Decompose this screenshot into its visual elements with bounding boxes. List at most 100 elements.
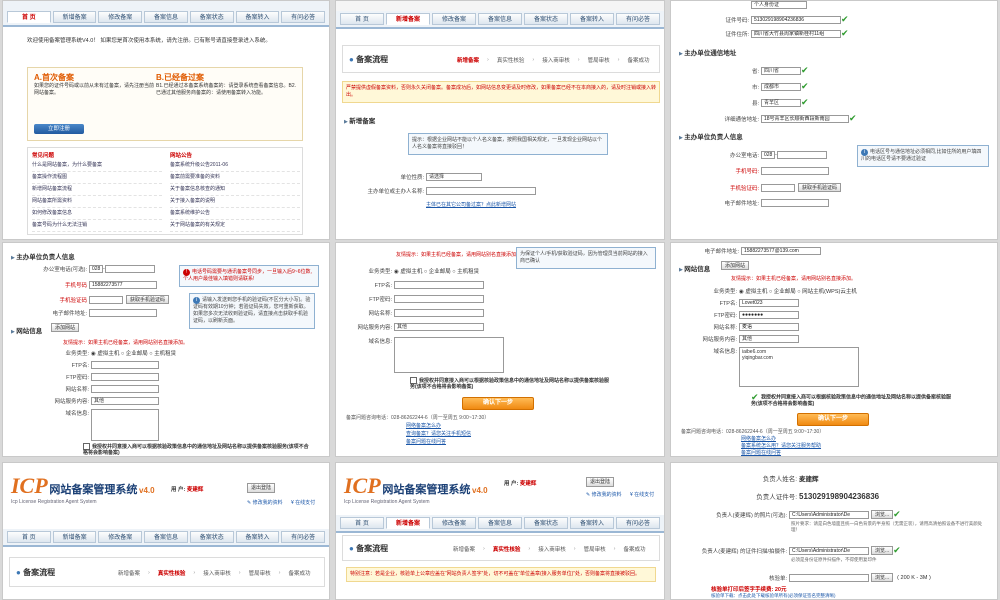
faq-item[interactable]: 备案操作流程图 xyxy=(32,172,162,184)
email-input[interactable] xyxy=(89,309,157,317)
district-select[interactable]: 青羊区 xyxy=(761,98,801,107)
site-type-select[interactable]: 其他 xyxy=(91,397,159,405)
agree-checkbox[interactable] xyxy=(83,443,90,450)
service-radio-mail[interactable]: ○ 企业邮局 xyxy=(424,267,451,275)
faq-link-3[interactable]: 备案问题在线问答 xyxy=(406,439,446,446)
agree-checkbox-checked[interactable]: ✔ xyxy=(751,393,759,402)
verify-input[interactable] xyxy=(89,295,123,304)
mobile-input[interactable]: 15882273577 xyxy=(89,281,157,289)
ftp-password-input[interactable]: ●●●●●●● xyxy=(739,311,799,319)
ftp-name-input[interactable]: Lovet023 xyxy=(739,299,799,307)
tel-area-input[interactable]: 028 xyxy=(89,265,103,273)
tab-info[interactable]: 备案信息 xyxy=(478,517,522,529)
tab-modify[interactable]: 修改备案 xyxy=(98,531,143,543)
site-name-input[interactable]: 麦语 xyxy=(739,323,799,331)
verify-form-input[interactable] xyxy=(789,573,869,582)
tel-area-input[interactable]: 028 xyxy=(761,151,775,159)
next-step-button[interactable]: 确认下一步 xyxy=(462,397,534,410)
notice-item[interactable]: 关于网站备案的有关规定 xyxy=(170,220,300,232)
service-radio-virtual[interactable]: ◉ 虚拟主机 xyxy=(91,349,119,357)
tab-new[interactable]: 新增备案 xyxy=(52,11,97,23)
tab-status[interactable]: 备案状态 xyxy=(189,11,234,23)
tab-info[interactable]: 备案信息 xyxy=(144,11,188,23)
tab-home[interactable]: 首 页 xyxy=(7,531,51,543)
site-name-input[interactable] xyxy=(394,309,484,317)
site-name-input[interactable] xyxy=(91,385,159,393)
register-button[interactable]: 立即注册 xyxy=(34,124,84,134)
service-radio-virtual[interactable]: ◉ 虚拟主机 xyxy=(739,287,767,295)
online-pay-link[interactable]: ¥ 在线支付 xyxy=(291,499,315,506)
detail-address-input[interactable]: 18号青羊区长顺街西段新南园 xyxy=(761,114,849,123)
add-site-button[interactable]: 添加网站 xyxy=(721,261,750,270)
faq-link-1[interactable]: 网络备案怎么办 xyxy=(741,436,776,443)
logout-button[interactable]: 退出登陆 xyxy=(586,477,615,487)
tel-number-input[interactable] xyxy=(104,265,155,273)
id-no-input[interactable]: 513029198904236836 xyxy=(751,15,841,24)
my-info-link[interactable]: ✎ 修改我的资料 xyxy=(586,491,622,498)
site-type-select[interactable]: 其他 xyxy=(739,335,799,343)
email-input[interactable] xyxy=(761,199,829,207)
get-verify-code-button[interactable]: 获取手机验证码 xyxy=(798,183,842,192)
notice-item[interactable]: 备案系统升级公告2011-06 xyxy=(170,160,300,172)
agree-checkbox[interactable] xyxy=(410,377,417,384)
tab-home[interactable]: 首 页 xyxy=(340,517,384,529)
service-radio-mail[interactable]: ○ 企业邮局 xyxy=(121,349,148,357)
tab-faq[interactable]: 有问必答 xyxy=(616,517,660,529)
next-step-button[interactable]: 确认下一步 xyxy=(797,413,869,426)
download-link[interactable]: 核验单下载：点击此处下载核验单所有(必须保证签名完整清晰) xyxy=(711,593,836,599)
tab-new[interactable]: 新增备案 xyxy=(52,531,97,543)
city-select[interactable]: 成都市 xyxy=(761,82,801,91)
my-info-link[interactable]: ✎ 修改我的资料 xyxy=(247,499,283,506)
tab-transfer[interactable]: 备案转入 xyxy=(235,531,280,543)
ftp-password-input[interactable] xyxy=(91,373,159,381)
tab-transfer[interactable]: 备案转入 xyxy=(570,13,614,25)
service-radio-host[interactable]: ○ 主机租赁 xyxy=(149,349,176,357)
tab-info[interactable]: 备案信息 xyxy=(144,531,188,543)
service-radio-host[interactable]: ○ 主机租赁 xyxy=(452,267,479,275)
tab-status[interactable]: 备案状态 xyxy=(524,517,568,529)
notice-item[interactable]: 备案系统维护公告 xyxy=(170,208,300,220)
tab-modify[interactable]: 修改备案 xyxy=(432,13,476,25)
id-addr-input[interactable]: 四川省大竹县周家镇新桂村11组 xyxy=(751,29,841,38)
id-type-select[interactable]: 个人身份证 xyxy=(751,1,807,9)
add-site-button[interactable]: 添加网站 xyxy=(51,323,80,332)
photo-browse-button[interactable]: 浏览... xyxy=(871,510,894,519)
ftp-password-input[interactable] xyxy=(394,295,484,303)
faq-link-2[interactable]: 备案系统怎么用？请您关注服务帮助 xyxy=(741,443,821,450)
already-filed-link[interactable]: 主体已在其它公司备过案？点此新增网站 xyxy=(426,201,516,208)
service-radio-mail[interactable]: ○ 企业邮局 xyxy=(769,287,796,295)
tab-faq[interactable]: 有问必答 xyxy=(616,13,660,25)
ftp-name-input[interactable] xyxy=(91,361,159,369)
faq-item[interactable]: 网站备案所需资料 xyxy=(32,196,162,208)
tab-info[interactable]: 备案信息 xyxy=(478,13,522,25)
tab-new[interactable]: 新增备案 xyxy=(386,517,430,529)
tel-number-input[interactable] xyxy=(776,151,827,159)
scan-browse-button[interactable]: 浏览... xyxy=(871,546,894,555)
tab-status[interactable]: 备案状态 xyxy=(189,531,234,543)
host-name-input[interactable] xyxy=(426,187,536,195)
notice-item[interactable]: 关于备案信息核查的通知 xyxy=(170,184,300,196)
tab-transfer[interactable]: 备案转入 xyxy=(570,517,614,529)
notice-item[interactable]: 备案前需要准备的资料 xyxy=(170,172,300,184)
photo-path-input[interactable]: C:\Users\Administrator\De xyxy=(789,510,869,519)
mobile-input[interactable] xyxy=(761,167,829,175)
tab-modify[interactable]: 修改备案 xyxy=(98,11,143,23)
domain-textarea[interactable]: iaibe6.com yiqingbar.com xyxy=(739,347,859,387)
ftp-name-input[interactable] xyxy=(394,281,484,289)
notice-item[interactable]: 关于接入备案的说明 xyxy=(170,196,300,208)
verify-browse-button[interactable]: 浏览... xyxy=(871,573,894,582)
tab-home[interactable]: 首 页 xyxy=(340,13,384,25)
unit-type-select[interactable]: 请选择 xyxy=(426,173,482,181)
service-radio-host[interactable]: ○ 网站主机(WPS)云主机 xyxy=(797,287,857,295)
faq-item[interactable]: 什么是网站备案，为什么要备案 xyxy=(32,160,162,172)
logout-button[interactable]: 退出登陆 xyxy=(247,483,276,493)
online-pay-link[interactable]: ¥ 在线支付 xyxy=(630,491,654,498)
faq-item[interactable]: 备案号码为什么无法注销 xyxy=(32,220,162,232)
tab-home[interactable]: 首 页 xyxy=(7,11,51,23)
domain-textarea[interactable] xyxy=(394,337,504,373)
site-type-select[interactable]: 其他 xyxy=(394,323,484,331)
faq-link-3[interactable]: 备案问题在线问答 xyxy=(741,450,781,456)
get-verify-code-button[interactable]: 获取手机验证码 xyxy=(126,295,170,304)
faq-item[interactable]: 新增网站备案流程 xyxy=(32,184,162,196)
faq-link-2[interactable]: 查询备案？请您关注手机短信 xyxy=(406,431,471,438)
